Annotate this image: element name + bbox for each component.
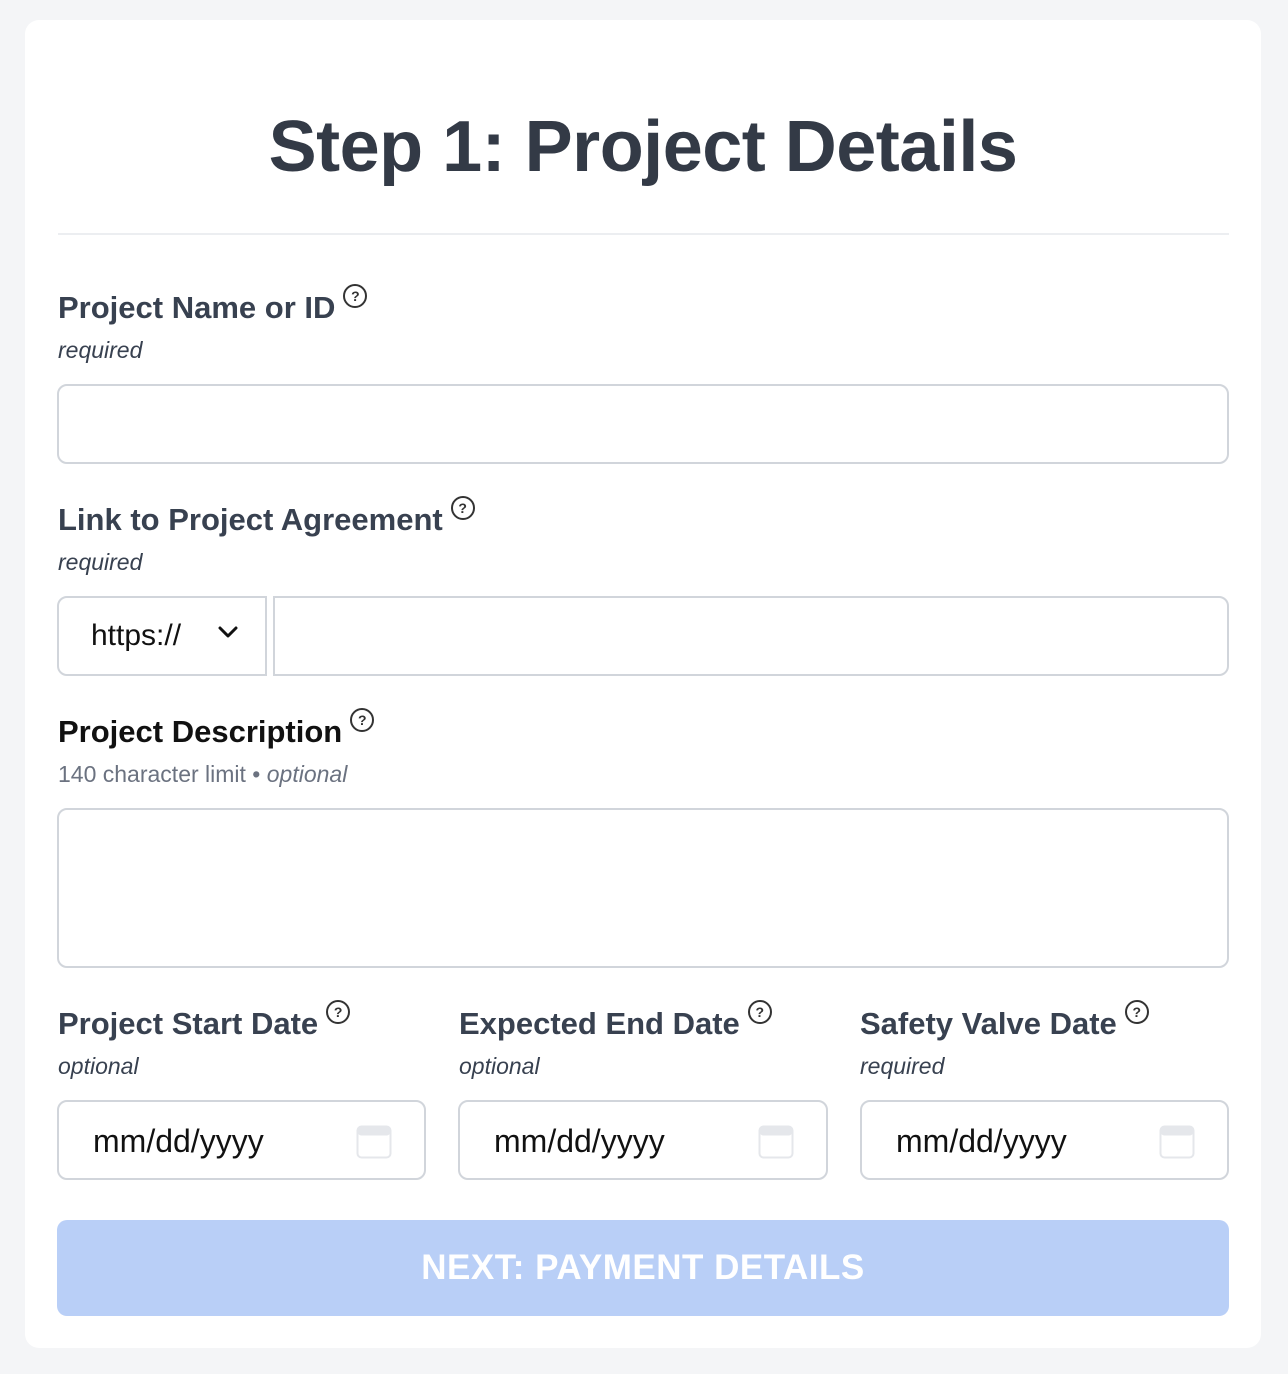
date-placeholder: mm/dd/yyyy: [93, 1123, 264, 1159]
protocol-select[interactable]: https://: [57, 596, 267, 676]
agreement-link-input[interactable]: [273, 596, 1229, 676]
divider: [58, 233, 1229, 235]
safety-valve-date-label: Safety Valve Date?: [860, 999, 1149, 1042]
protocol-select-value: https://: [91, 619, 182, 652]
description-textarea[interactable]: [57, 808, 1229, 968]
end-date-label: Expected End Date?: [459, 999, 772, 1042]
project-name-input[interactable]: [57, 384, 1229, 464]
question-circle-icon[interactable]: ?: [350, 707, 375, 732]
project-name-label: Project Name or ID?: [58, 283, 368, 326]
agreement-link-label: Link to Project Agreement?: [58, 495, 475, 538]
page-title: Step 1: Project Details: [268, 107, 1018, 187]
safety-valve-date-hint: required: [860, 1053, 945, 1079]
question-circle-icon[interactable]: ?: [450, 495, 475, 520]
chevron-down-icon: [218, 626, 238, 638]
start-date-input[interactable]: mm/dd/yyyy: [57, 1100, 426, 1180]
question-circle-icon[interactable]: ?: [747, 999, 772, 1024]
question-circle-icon[interactable]: ?: [326, 999, 351, 1024]
end-date-hint: optional: [459, 1053, 540, 1079]
next-payment-details-button[interactable]: NEXT: PAYMENT DETAILS: [57, 1220, 1229, 1316]
optional-text: optional: [266, 761, 348, 787]
start-date-label: Project Start Date?: [58, 999, 351, 1042]
project-name-hint: required: [58, 337, 143, 363]
start-date-hint: optional: [58, 1053, 139, 1079]
character-limit-text: 140 character limit: [58, 761, 246, 787]
hint-separator: •: [245, 761, 267, 787]
description-label: Project Description?: [58, 707, 375, 750]
description-hint: 140 character limit • optional: [58, 760, 347, 788]
safety-valve-date-input[interactable]: mm/dd/yyyy: [860, 1100, 1229, 1180]
calendar-icon[interactable]: [758, 1123, 794, 1159]
form-card: Step 1: Project Details Project Name or …: [25, 20, 1261, 1348]
calendar-icon[interactable]: [1159, 1123, 1195, 1159]
agreement-link-hint: required: [58, 549, 143, 575]
calendar-icon[interactable]: [356, 1123, 392, 1159]
date-placeholder: mm/dd/yyyy: [494, 1123, 665, 1159]
question-circle-icon[interactable]: ?: [1124, 999, 1149, 1024]
date-placeholder: mm/dd/yyyy: [896, 1123, 1067, 1159]
end-date-input[interactable]: mm/dd/yyyy: [458, 1100, 828, 1180]
question-circle-icon[interactable]: ?: [343, 283, 368, 308]
